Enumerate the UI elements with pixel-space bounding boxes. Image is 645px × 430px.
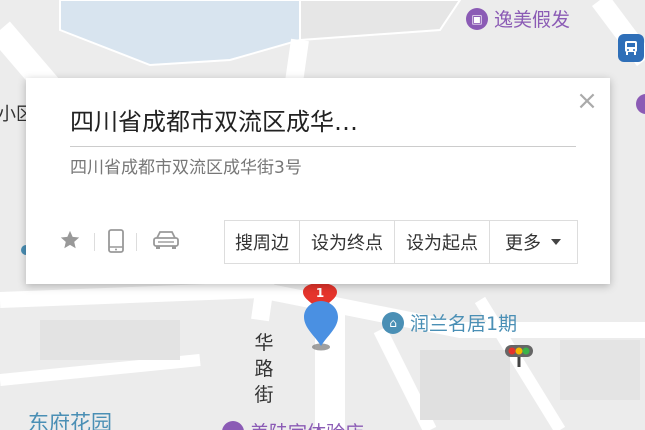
- action-label: 设为起点: [406, 233, 478, 254]
- poi-residential[interactable]: ⌂ 润兰名居1期: [382, 309, 517, 336]
- popup-title: 四川省成都市双流区成华…: [70, 102, 576, 147]
- poi-partial-bottom: 美陆宇体验店: [222, 418, 364, 430]
- phone-icon[interactable]: [106, 228, 126, 254]
- popup-address: 四川省成都市双流区成华街3号: [70, 158, 302, 178]
- location-info-popup: 四川省成都市双流区成华… × 四川省成都市双流区成华街3号 搜周边 设为终点 设…: [26, 78, 610, 284]
- street-name-label: 华 路 街: [252, 332, 276, 406]
- poi-label: 润兰名居1期: [410, 313, 518, 335]
- action-label: 搜周边: [235, 233, 289, 254]
- poi-partial-icon: [222, 420, 244, 430]
- marker-number: 1: [315, 286, 325, 300]
- street-char: 华: [254, 332, 274, 354]
- street-char: 路: [254, 358, 274, 380]
- search-nearby-button[interactable]: 搜周边: [225, 221, 300, 263]
- chevron-down-icon: [551, 239, 561, 245]
- popup-action-bar: 搜周边 设为终点 设为起点 更多: [224, 220, 578, 264]
- map-view[interactable]: ▣ 逸美假发 小区 1 ⌂ 润兰名居1期 华 路 街 东府花园 四川省成都市双流…: [0, 0, 645, 430]
- street-char: 街: [254, 384, 274, 406]
- residential-icon: ⌂: [382, 311, 404, 334]
- icon-divider: [94, 233, 95, 251]
- star-icon[interactable]: [58, 228, 82, 252]
- poi-hair-shop[interactable]: ▣ 逸美假发: [466, 5, 570, 32]
- location-pin-icon[interactable]: [303, 300, 339, 352]
- shop-icon: ▣: [466, 7, 488, 30]
- poi-label: 美陆宇体验店: [250, 418, 364, 430]
- more-dropdown-button[interactable]: 更多: [490, 221, 576, 263]
- icon-divider: [136, 233, 137, 251]
- poi-label: 逸美假发: [494, 9, 571, 31]
- bus-stop-icon[interactable]: [618, 34, 644, 62]
- close-icon[interactable]: ×: [576, 88, 598, 114]
- action-label: 设为终点: [311, 233, 383, 254]
- area-label-bottom-left: 东府花园: [28, 411, 112, 430]
- set-destination-button[interactable]: 设为终点: [300, 221, 395, 263]
- car-icon[interactable]: [152, 228, 180, 252]
- action-label: 更多: [505, 233, 541, 254]
- set-origin-button[interactable]: 设为起点: [395, 221, 490, 263]
- traffic-light-icon[interactable]: [505, 343, 533, 369]
